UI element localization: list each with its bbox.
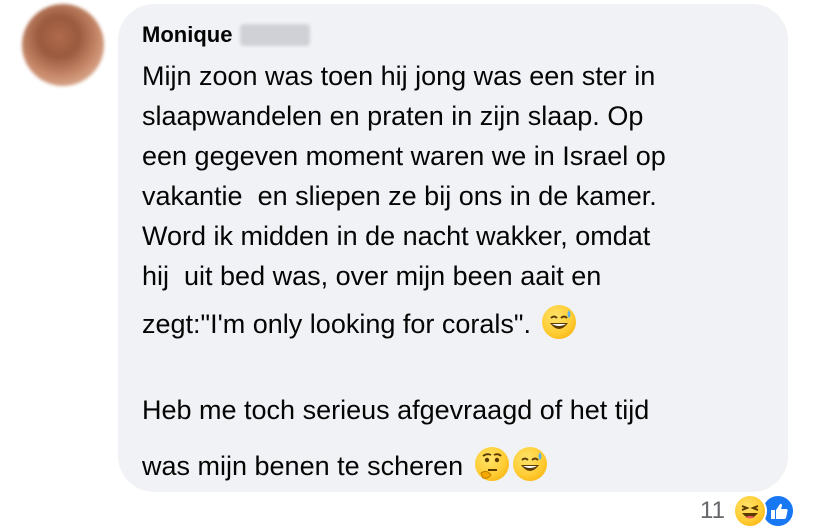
comment-bubble: Monique Mijn zoon was toen hij jong was … — [118, 4, 788, 492]
reactions-summary[interactable]: 11 — [700, 494, 803, 528]
thinking-face-emoji — [474, 447, 509, 481]
reaction-count[interactable]: 11 — [700, 497, 725, 525]
comment-line: Heb me toch serieus afgevraagd of het ti… — [142, 395, 650, 425]
reaction-icons[interactable] — [732, 494, 803, 528]
comment-line-with-emoji: was mijn benen te scheren — [142, 438, 772, 494]
comment-line-blank — [142, 352, 772, 382]
avatar[interactable] — [22, 4, 104, 86]
author-first-name[interactable]: Monique — [142, 22, 232, 48]
grinning-sweat-emoji — [512, 447, 547, 481]
laughing-reaction-icon — [732, 494, 767, 528]
comment-line: hij uit bed was, over mijn been aait en — [142, 261, 602, 291]
comment-author[interactable]: Monique — [142, 22, 311, 48]
comment-line: Mijn zoon was toen hij jong was een ster… — [142, 61, 656, 91]
comment-line: een gegeven moment waren we in Israel op — [142, 141, 666, 171]
comment-line: Word ik midden in de nacht wakker, omdat — [142, 221, 651, 251]
comment-line-text: zegt:"I'm only looking for corals". — [142, 309, 539, 339]
author-last-name-redacted — [240, 24, 311, 46]
comment-line-text: was mijn benen te scheren — [142, 451, 471, 481]
comment-line: slaapwandelen en praten in zijn slaap. O… — [142, 101, 644, 131]
grinning-sweat-emoji — [542, 305, 577, 339]
comment-text: Mijn zoon was toen hij jong was een ster… — [142, 56, 772, 494]
comment-line-with-emoji: zegt:"I'm only looking for corals". — [142, 296, 772, 352]
comment-line: vakantie en sliepen ze bij ons in de kam… — [142, 181, 657, 211]
